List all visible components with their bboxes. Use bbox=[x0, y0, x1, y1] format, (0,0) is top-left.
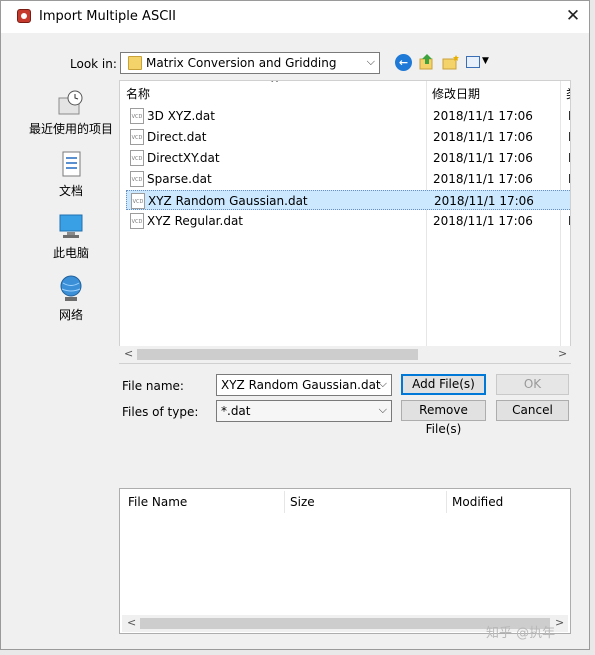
documents-icon bbox=[62, 151, 81, 177]
file-modified: 2018/11/1 17:06 bbox=[433, 151, 533, 165]
file-row[interactable]: VCD Sparse.dat 2018/11/1 17:06 D bbox=[126, 169, 570, 189]
file-name-input[interactable]: XYZ Random Gaussian.dat ⌵ bbox=[216, 374, 392, 396]
scroll-left-icon[interactable]: < bbox=[124, 347, 133, 360]
file-modified: 2018/11/1 17:06 bbox=[433, 109, 533, 123]
place-this-pc-label: 此电脑 bbox=[52, 246, 89, 260]
column-header-modified[interactable]: 修改日期 bbox=[432, 85, 480, 102]
app-icon bbox=[17, 9, 31, 23]
place-recent-label: 最近使用的项目 bbox=[28, 122, 113, 136]
view-menu-chevron-icon[interactable]: ▼ bbox=[482, 56, 489, 66]
file-type: D bbox=[568, 151, 570, 165]
file-row[interactable]: VCD Direct.dat 2018/11/1 17:06 D bbox=[126, 127, 570, 147]
file-name-value: XYZ Random Gaussian.dat bbox=[221, 378, 381, 392]
this-pc-icon bbox=[59, 214, 83, 238]
file-type: D bbox=[568, 172, 570, 186]
file-row[interactable]: VCD DirectXY.dat 2018/11/1 17:06 D bbox=[126, 148, 570, 168]
file-type: D bbox=[568, 130, 570, 144]
file-modified: 2018/11/1 17:06 bbox=[433, 214, 533, 228]
file-modified: 2018/11/1 17:06 bbox=[433, 172, 533, 186]
folder-icon bbox=[128, 56, 142, 70]
cancel-button[interactable]: Cancel bbox=[496, 400, 569, 421]
file-row[interactable]: VCD 3D XYZ.dat 2018/11/1 17:06 D bbox=[126, 106, 570, 126]
dat-file-icon: VCD bbox=[130, 108, 144, 124]
place-network[interactable]: 网络 bbox=[27, 274, 115, 323]
column-divider bbox=[284, 491, 285, 513]
chevron-down-icon: ⌵ bbox=[378, 403, 387, 416]
file-name: XYZ Regular.dat bbox=[147, 214, 243, 228]
watermark: 知乎 @执年 bbox=[486, 626, 556, 641]
ok-button[interactable]: OK bbox=[496, 374, 569, 395]
file-name-label: File name: bbox=[122, 379, 184, 393]
dat-file-icon: VCD bbox=[130, 150, 144, 166]
file-row[interactable]: VCD XYZ Regular.dat 2018/11/1 17:06 D bbox=[126, 211, 570, 231]
import-dialog: Import Multiple ASCII ✕ Look in: Matrix … bbox=[0, 0, 590, 650]
file-name: 3D XYZ.dat bbox=[147, 109, 215, 123]
add-files-button[interactable]: Add File(s) bbox=[401, 374, 486, 395]
file-type: D bbox=[568, 214, 570, 228]
column-header-type[interactable]: 类 bbox=[566, 85, 570, 102]
place-this-pc[interactable]: 此电脑 bbox=[27, 212, 115, 261]
look-in-dropdown[interactable]: Matrix Conversion and Gridding ⌵ bbox=[120, 52, 380, 74]
file-list[interactable]: 名称 ^ 修改日期 类 VCD 3D XYZ.dat 2018/11/1 17:… bbox=[119, 80, 571, 364]
selected-files-list[interactable]: File Name Size Modified < > bbox=[119, 488, 571, 634]
scroll-right-icon[interactable]: > bbox=[555, 616, 564, 629]
place-documents[interactable]: 文档 bbox=[27, 150, 115, 199]
title-bar: Import Multiple ASCII ✕ bbox=[1, 1, 589, 33]
back-icon[interactable]: ← bbox=[395, 54, 412, 71]
file-list-scrollbar[interactable]: < > bbox=[119, 346, 571, 363]
file-type: D bbox=[569, 194, 570, 208]
sort-arrow-icon: ^ bbox=[270, 80, 280, 90]
file-modified: 2018/11/1 17:06 bbox=[434, 194, 534, 208]
file-type-value: *.dat bbox=[221, 404, 251, 418]
file-modified: 2018/11/1 17:06 bbox=[433, 130, 533, 144]
close-icon[interactable]: ✕ bbox=[561, 5, 585, 27]
column-divider bbox=[446, 491, 447, 513]
chevron-down-icon[interactable]: ⌵ bbox=[379, 377, 387, 391]
dat-file-icon: VCD bbox=[130, 129, 144, 145]
file-type-dropdown[interactable]: *.dat ⌵ bbox=[216, 400, 392, 422]
look-in-label: Look in: bbox=[70, 57, 117, 71]
column-header-modified[interactable]: Modified bbox=[452, 495, 503, 509]
place-recent[interactable]: 最近使用的项目 bbox=[27, 88, 115, 137]
column-header-size[interactable]: Size bbox=[290, 495, 315, 509]
file-name: DirectXY.dat bbox=[147, 151, 220, 165]
up-folder-icon[interactable] bbox=[418, 53, 436, 71]
file-type: D bbox=[568, 109, 570, 123]
column-header-name[interactable]: 名称 bbox=[126, 85, 150, 102]
place-documents-label: 文档 bbox=[58, 184, 83, 198]
file-type-label: Files of type: bbox=[122, 405, 199, 419]
scroll-left-icon[interactable]: < bbox=[127, 616, 136, 629]
new-folder-icon[interactable] bbox=[442, 54, 460, 70]
file-name: Sparse.dat bbox=[147, 172, 212, 186]
dat-file-icon: VCD bbox=[130, 171, 144, 187]
view-menu-icon[interactable] bbox=[466, 56, 480, 68]
window-title: Import Multiple ASCII bbox=[39, 9, 176, 24]
dat-file-icon: VCD bbox=[130, 213, 144, 229]
look-in-value: Matrix Conversion and Gridding bbox=[146, 56, 337, 70]
places-bar: 最近使用的项目 文档 此电脑 网络 bbox=[27, 80, 115, 417]
file-name: Direct.dat bbox=[147, 130, 207, 144]
scroll-thumb[interactable] bbox=[137, 349, 418, 360]
recent-icon bbox=[58, 90, 83, 115]
file-row-selected[interactable]: VCD XYZ Random Gaussian.dat 2018/11/1 17… bbox=[126, 190, 570, 210]
network-icon bbox=[60, 275, 82, 301]
place-network-label: 网络 bbox=[58, 308, 83, 322]
remove-files-button[interactable]: Remove File(s) bbox=[401, 400, 486, 436]
column-header-file-name[interactable]: File Name bbox=[128, 495, 187, 509]
chevron-down-icon: ⌵ bbox=[366, 55, 375, 68]
scroll-right-icon[interactable]: > bbox=[558, 347, 567, 360]
dat-file-icon: VCD bbox=[131, 193, 145, 209]
file-name: XYZ Random Gaussian.dat bbox=[148, 194, 308, 208]
